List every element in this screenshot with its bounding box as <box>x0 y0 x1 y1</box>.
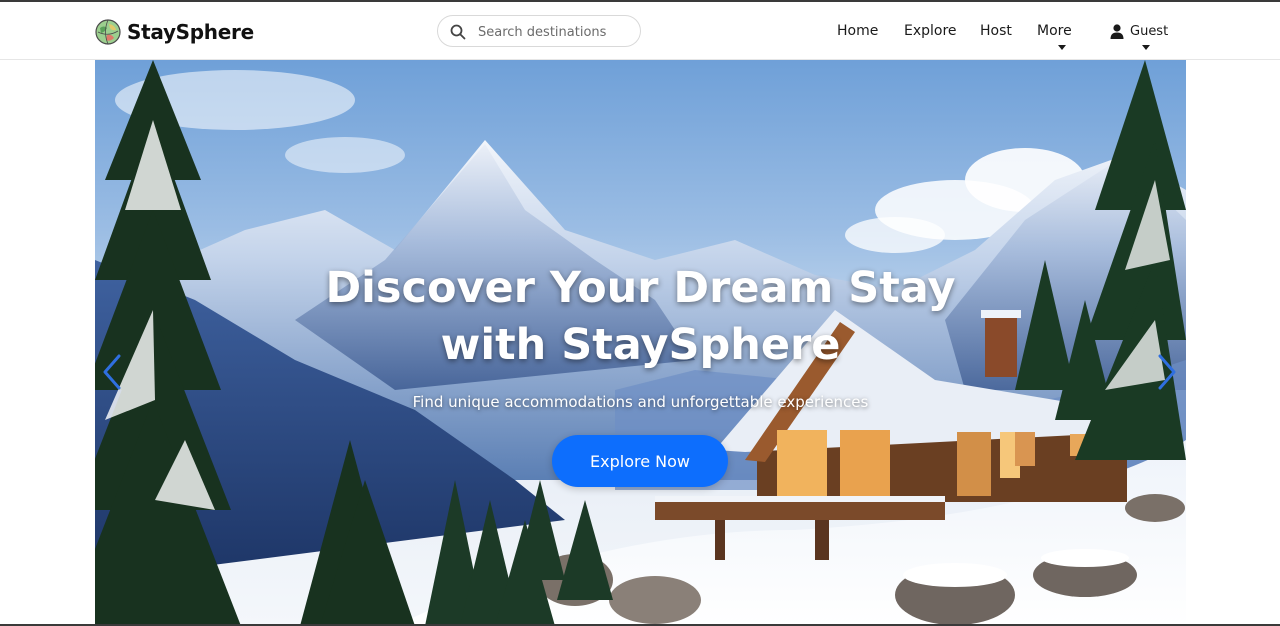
user-menu[interactable]: Guest <box>1110 24 1168 39</box>
user-label: Guest <box>1130 24 1169 39</box>
search-box <box>437 15 641 47</box>
nav-host[interactable]: Host <box>980 23 1012 39</box>
user-icon <box>1110 24 1124 39</box>
search-input[interactable] <box>478 21 634 43</box>
hero-title-line1: Discover Your Dream Stay <box>325 263 956 313</box>
nav-home[interactable]: Home <box>837 23 878 39</box>
hero-title-line2: with StaySphere <box>440 320 841 370</box>
search-icon <box>450 24 466 40</box>
navbar: StaySphere Home Explore Host More Guest <box>0 2 1280 60</box>
hero-subtitle: Find unique accommodations and unforgett… <box>412 393 869 411</box>
nav-explore[interactable]: Explore <box>904 23 957 39</box>
chevron-left-icon[interactable] <box>101 352 125 392</box>
chevron-down-icon <box>1058 45 1066 50</box>
explore-now-button[interactable]: Explore Now <box>552 435 728 487</box>
brand-logo-link[interactable]: StaySphere <box>95 18 254 46</box>
chevron-right-icon[interactable] <box>1154 352 1178 392</box>
chevron-down-icon <box>1142 45 1150 50</box>
hero-carousel: Discover Your Dream Stay with StaySphere… <box>95 60 1186 626</box>
hero-title: Discover Your Dream Stay with StaySphere <box>95 260 1186 374</box>
nav-more-dropdown[interactable]: More <box>1037 23 1072 39</box>
globe-logo-icon <box>95 19 121 45</box>
brand-name: StaySphere <box>127 20 254 44</box>
